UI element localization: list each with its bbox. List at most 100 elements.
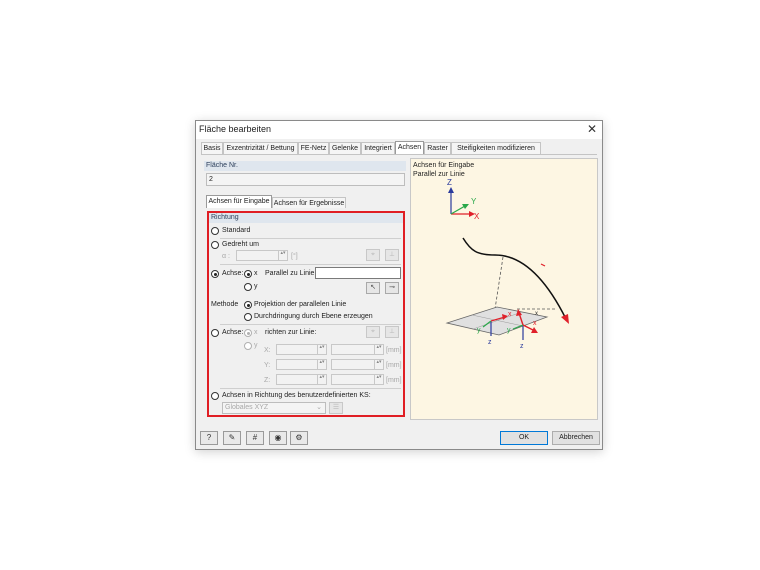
tab-fe-netz[interactable]: FE-Netz	[298, 142, 329, 154]
label-x: x	[254, 270, 258, 277]
close-icon[interactable]: ✕	[584, 122, 600, 137]
richtung-header: Richtung	[209, 213, 403, 223]
label-y: y	[254, 283, 258, 290]
edit-icon[interactable]: ✎	[223, 431, 241, 445]
coord-x-input-1[interactable]: ▴▾	[276, 344, 327, 355]
radio-methode-durchdringung[interactable]	[244, 313, 252, 321]
spin-arrows-icon[interactable]: ▴▾	[278, 251, 287, 260]
axis-label-x: x	[508, 311, 512, 318]
separator	[220, 264, 401, 265]
radio-achse-parallel[interactable]	[211, 270, 219, 278]
label-unit-z: [mm]	[386, 377, 402, 384]
ks-table-icon[interactable]: ☰	[329, 402, 343, 414]
separator	[220, 388, 401, 389]
radio-richten-x[interactable]	[244, 329, 252, 337]
axis-label-z-2: z	[520, 343, 524, 350]
pick-angle-icon[interactable]: ⌖	[366, 249, 380, 261]
label-richten-y: y	[254, 342, 258, 349]
tab-raster[interactable]: Raster	[424, 142, 451, 154]
axis-label-Y: Y	[471, 197, 477, 206]
axis-label-xmin: x	[535, 311, 538, 317]
axis-label-X: X	[474, 212, 480, 221]
alpha-input[interactable]: ▴▾	[236, 250, 288, 261]
spin-arrows-icon[interactable]: ▴▾	[374, 360, 383, 369]
radio-achse-richten[interactable]	[211, 329, 219, 337]
axis-label-Z: Z	[447, 178, 452, 187]
numbers-icon[interactable]: #	[246, 431, 264, 445]
spin-arrows-icon[interactable]: ▴▾	[317, 375, 326, 384]
eye-dropper-icon[interactable]: ⊸	[385, 282, 399, 294]
settings-icon[interactable]: ⚙	[290, 431, 308, 445]
tab-achsen-eingabe[interactable]: Achsen für Eingabe	[206, 195, 272, 208]
axis-label-z: z	[488, 339, 492, 346]
title-bar: Fläche bearbeiten ✕	[196, 121, 602, 139]
coord-z-input-1[interactable]: ▴▾	[276, 374, 327, 385]
radio-gedreht-um[interactable]	[211, 241, 219, 249]
ks-select[interactable]: Globales XYZ ⌄	[222, 402, 326, 414]
flaeche-nr-field[interactable]: 2	[206, 173, 405, 186]
separator	[220, 238, 401, 239]
label-unit-y: [mm]	[386, 362, 402, 369]
line-arrow	[561, 314, 569, 324]
label-richten-zur-linie: richten zur Linie:	[265, 329, 317, 336]
select-line-icon[interactable]: ↖	[366, 282, 380, 294]
label-coord-y: Y:	[264, 362, 271, 369]
axis-label-y-2: y	[507, 327, 511, 334]
label-unit-x: [mm]	[386, 347, 402, 354]
spin-arrows-icon[interactable]: ▴▾	[374, 375, 383, 384]
tab-achsen-ergebnisse[interactable]: Achsen für Ergebnisse	[272, 197, 346, 208]
surface-plane	[445, 306, 549, 336]
angle-tool-icon[interactable]: ⟂	[385, 249, 399, 261]
tab-gelenke[interactable]: Gelenke	[329, 142, 361, 154]
label-achse-2: Achse:	[222, 329, 244, 336]
point-tool-icon[interactable]: ⟂	[385, 326, 399, 338]
axis-label-y: y	[477, 327, 481, 334]
help-icon[interactable]: ?	[200, 431, 218, 445]
spin-arrows-icon[interactable]: ▴▾	[374, 345, 383, 354]
axis-label-x-2: x	[533, 320, 537, 327]
tab-integriert[interactable]: Integriert	[361, 142, 395, 154]
label-projektion: Projektion der parallelen Linie	[254, 301, 347, 308]
label-alpha: α :	[222, 253, 230, 260]
radio-achse-x[interactable]	[244, 270, 252, 278]
chevron-down-icon: ⌄	[316, 404, 322, 411]
coord-y-input-1[interactable]: ▴▾	[276, 359, 327, 370]
cancel-button[interactable]: Abbrechen	[552, 431, 600, 445]
tab-divider	[201, 154, 597, 155]
spin-arrows-icon[interactable]: ▴▾	[317, 345, 326, 354]
label-gedreht-um: Gedreht um	[222, 241, 259, 248]
label-coord-x: X:	[264, 347, 271, 354]
radio-methode-projektion[interactable]	[244, 301, 252, 309]
coord-x-input-2[interactable]: ▴▾	[331, 344, 384, 355]
axes-preview: Achsen für Eingabe Parallel zur Linie Z …	[410, 158, 598, 420]
label-durchdringung: Durchdringung durch Ebene erzeugen	[254, 313, 373, 320]
coord-z-input-2[interactable]: ▴▾	[331, 374, 384, 385]
radio-achse-y[interactable]	[244, 283, 252, 291]
tab-achsen[interactable]: Achsen	[395, 141, 424, 155]
tab-exzentrizitaet[interactable]: Exzentrizität / Bettung	[223, 142, 298, 154]
tab-basis[interactable]: Basis	[201, 142, 223, 154]
label-richten-x: x	[254, 329, 258, 336]
line-curve	[462, 237, 567, 320]
window-title: Fläche bearbeiten	[199, 124, 272, 134]
pick-point-icon[interactable]: ⌖	[366, 326, 380, 338]
label-alpha-unit: [°]	[291, 253, 298, 260]
parallel-linie-input[interactable]	[315, 267, 401, 279]
radio-benutzer-ks[interactable]	[211, 392, 219, 400]
view-icon[interactable]: ◉	[269, 431, 287, 445]
coord-y-input-2[interactable]: ▴▾	[331, 359, 384, 370]
ks-select-value: Globales XYZ	[225, 404, 269, 411]
dialog-flaeche-bearbeiten: Fläche bearbeiten ✕ Basis Exzentrizität …	[195, 120, 603, 450]
label-standard: Standard	[222, 227, 251, 234]
radio-richten-y[interactable]	[244, 342, 252, 350]
label-methode: Methode	[211, 301, 239, 308]
label-benutzer-ks: Achsen in Richtung des benutzerdefiniert…	[222, 392, 371, 399]
radio-standard[interactable]	[211, 227, 219, 235]
spin-arrows-icon[interactable]: ▴▾	[317, 360, 326, 369]
separator	[220, 324, 401, 325]
tab-steifigkeiten[interactable]: Steifigkeiten modifizieren	[451, 142, 541, 154]
flaeche-nr-header: Fläche Nr.	[204, 161, 406, 171]
global-axes-icon: Z Y X	[447, 178, 480, 221]
label-parallel-zu-linie: Parallel zu Linie:	[265, 270, 317, 277]
ok-button[interactable]: OK	[500, 431, 548, 445]
